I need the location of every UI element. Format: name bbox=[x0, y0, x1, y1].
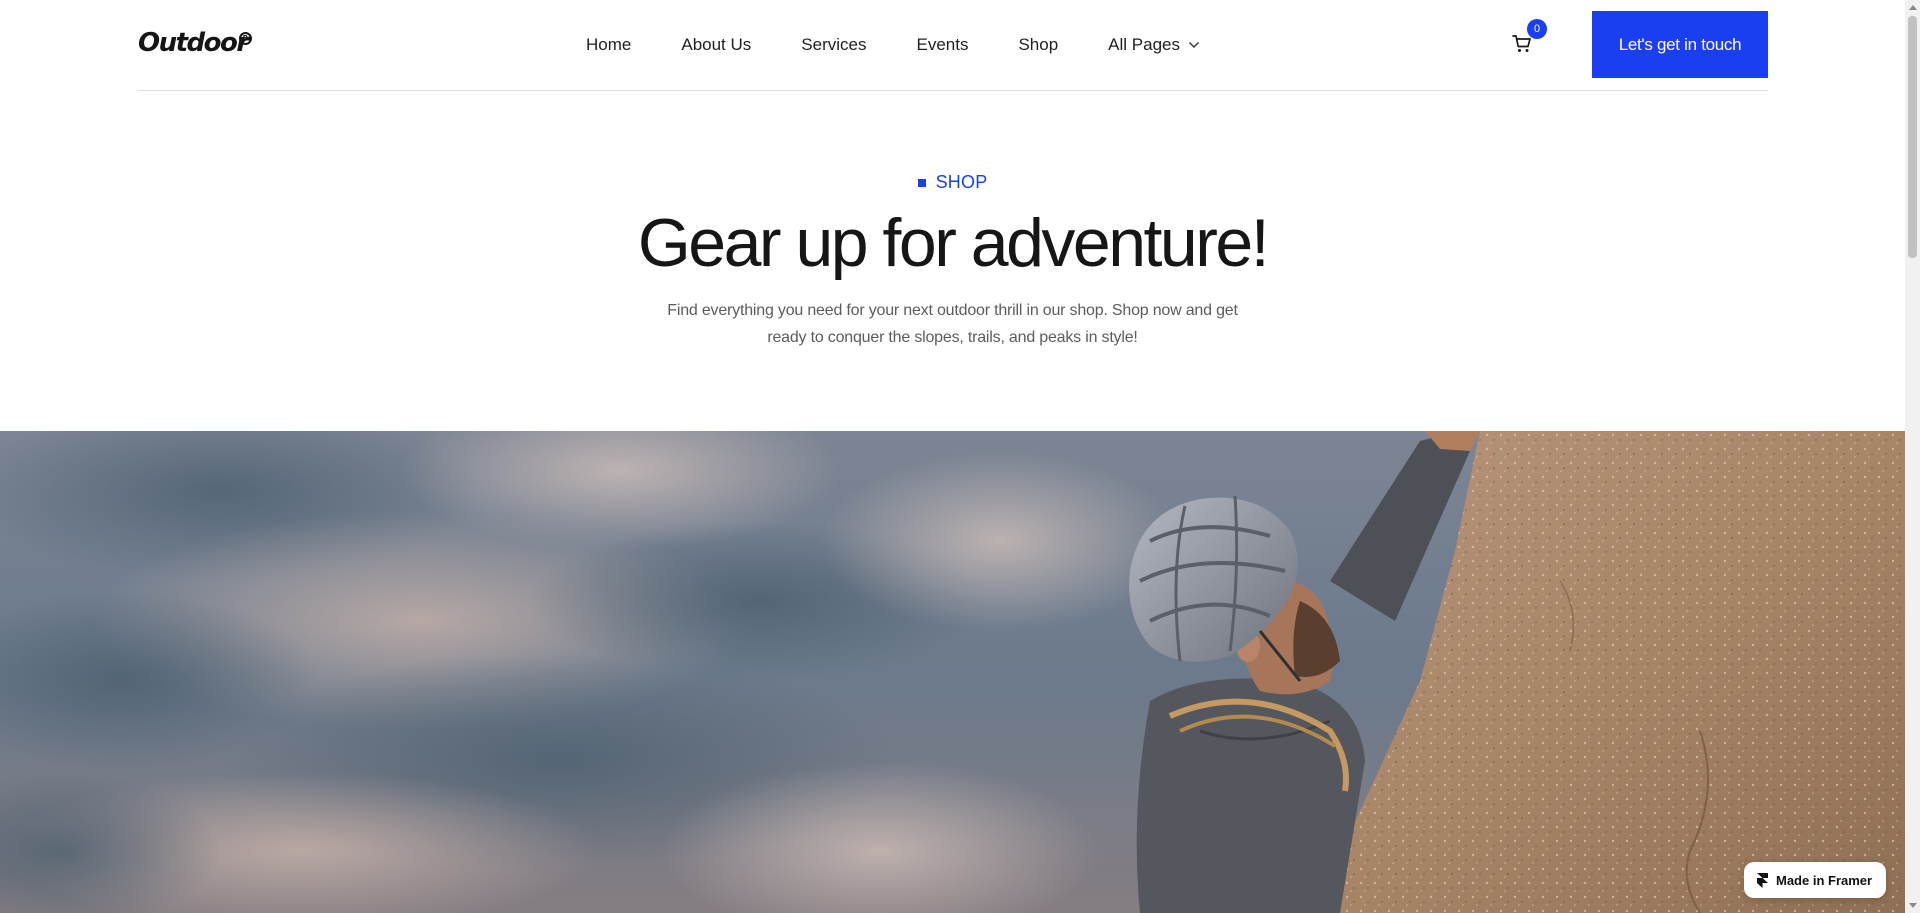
section-eyebrow: SHOP bbox=[0, 172, 1905, 193]
made-in-framer-badge[interactable]: Made in Framer bbox=[1744, 862, 1886, 898]
nav-item-label: Services bbox=[801, 35, 867, 54]
nav-item-services[interactable]: Services bbox=[801, 35, 866, 55]
site-header: Outdoor R Home About Us Services Events … bbox=[138, 0, 1768, 91]
nav-item-label: About Us bbox=[681, 35, 752, 54]
eyebrow-label: SHOP bbox=[935, 172, 988, 192]
framer-icon bbox=[1757, 872, 1768, 888]
page-subtitle: Find everything you need for your next o… bbox=[667, 302, 1238, 346]
nav-item-label: Home bbox=[586, 35, 632, 54]
page-scrollbar[interactable] bbox=[1905, 0, 1920, 913]
scrollbar-thumb[interactable] bbox=[1908, 16, 1917, 258]
cart-count-badge: 0 bbox=[1527, 19, 1547, 39]
square-bullet-icon bbox=[917, 178, 926, 187]
nav-item-label: Shop bbox=[1018, 35, 1059, 54]
nav-item-all-pages[interactable]: All Pages bbox=[1108, 35, 1200, 55]
nav-item-label: Events bbox=[916, 35, 969, 54]
main-nav: Home About Us Services Events Shop All P… bbox=[586, 0, 1200, 90]
scroll-down-arrow-icon[interactable] bbox=[1909, 903, 1917, 908]
chevron-down-icon bbox=[1189, 42, 1199, 48]
hero-image bbox=[0, 431, 1905, 913]
brand-logo[interactable]: Outdoor bbox=[138, 28, 249, 58]
climber-photo bbox=[0, 431, 1905, 913]
nav-item-home[interactable]: Home bbox=[586, 35, 631, 55]
nav-item-shop[interactable]: Shop bbox=[1018, 35, 1058, 55]
cart-icon[interactable] bbox=[1512, 34, 1532, 54]
badge-label: Made in Framer bbox=[1776, 872, 1873, 888]
nav-item-label: All Pages bbox=[1108, 35, 1180, 54]
get-in-touch-button[interactable]: Let's get in touch bbox=[1592, 11, 1768, 78]
scroll-up-arrow-icon[interactable] bbox=[1909, 5, 1917, 10]
nav-item-events[interactable]: Events bbox=[916, 35, 968, 55]
page-title: Gear up for adventure! bbox=[637, 205, 1270, 281]
registered-mark-icon: R bbox=[239, 32, 252, 45]
nav-item-about-us[interactable]: About Us bbox=[681, 35, 751, 55]
